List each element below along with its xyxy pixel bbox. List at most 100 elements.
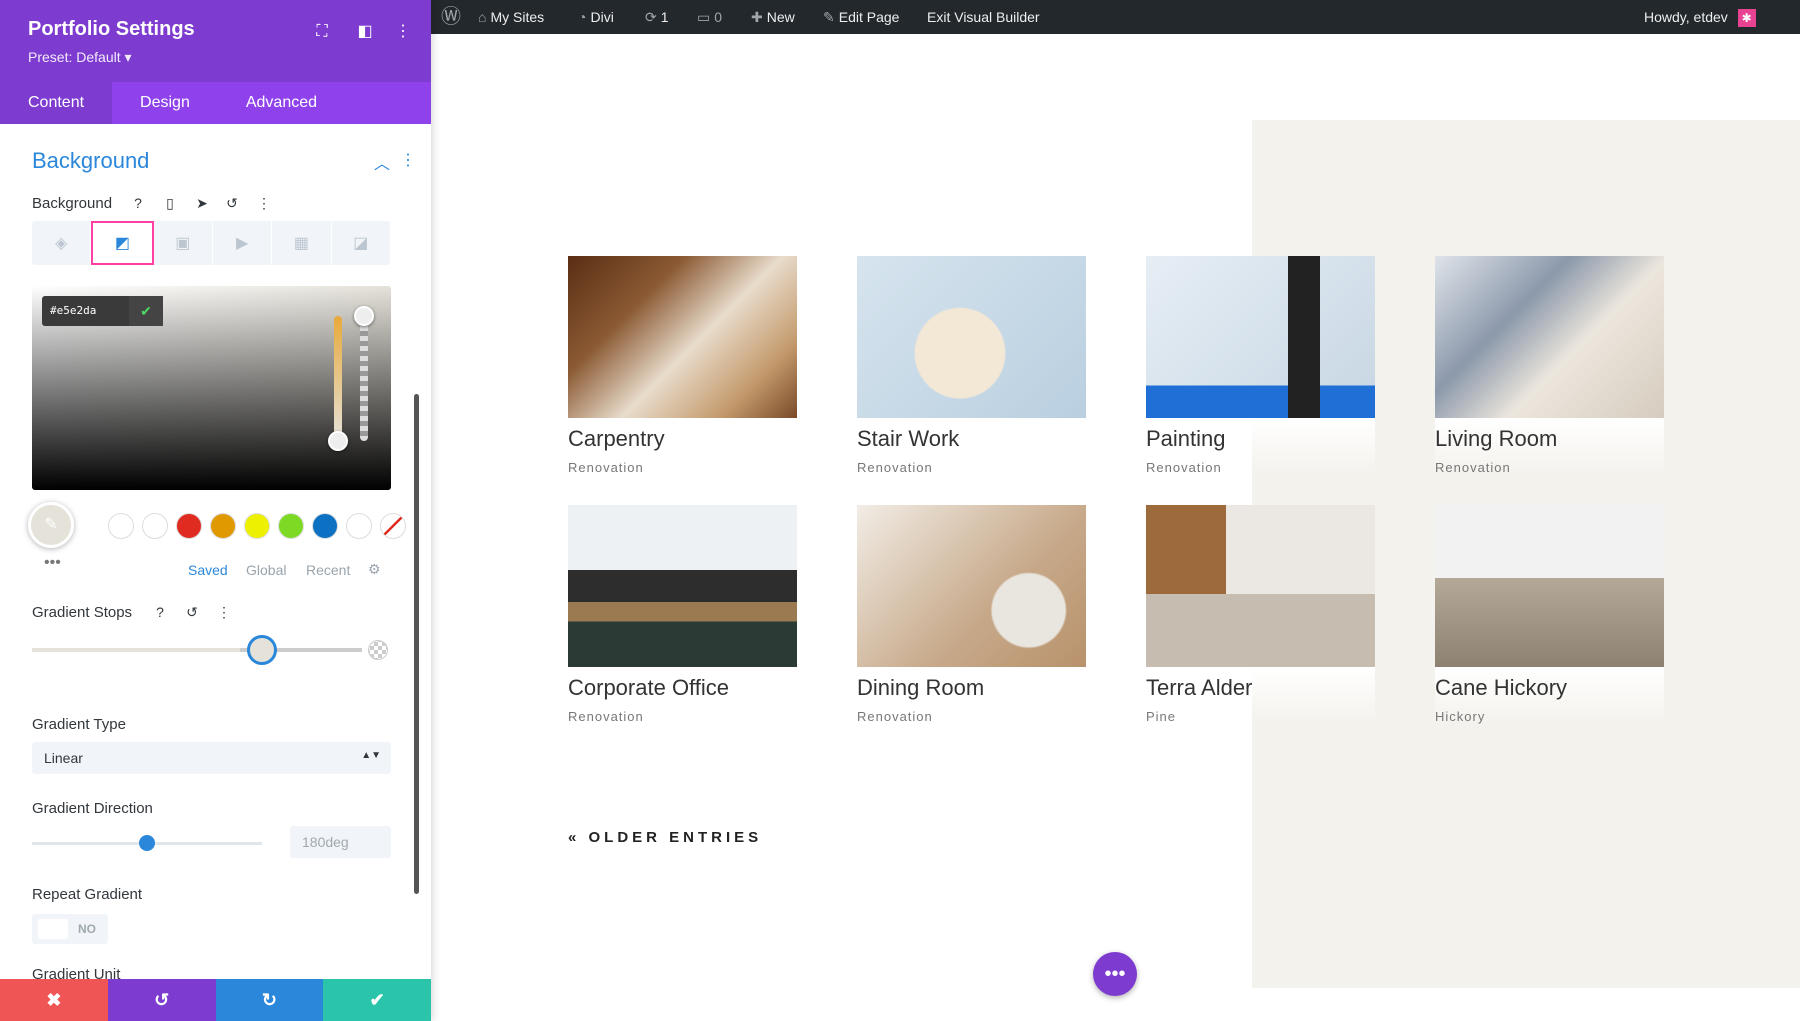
redo-button[interactable]: ↻ xyxy=(215,979,324,1021)
user-menu[interactable]: Howdy, etdev ✱ xyxy=(1644,0,1756,34)
older-entries-link[interactable]: « OLDER ENTRIES xyxy=(568,829,762,846)
reset-icon[interactable]: ↺ xyxy=(222,195,242,212)
bg-mask-tab[interactable]: ◪ xyxy=(332,221,391,265)
portfolio-item[interactable]: Stair Work Renovation xyxy=(857,256,1086,476)
portfolio-category[interactable]: Renovation xyxy=(1435,460,1664,475)
portfolio-title[interactable]: Terra Alder xyxy=(1146,675,1375,701)
panel-menu-icon[interactable]: ⋮ xyxy=(391,20,415,44)
gear-icon[interactable]: ⚙ xyxy=(368,561,381,578)
divi-link[interactable]: ◔ Divi xyxy=(578,0,614,34)
sidebar-toggle-icon[interactable]: ◧ xyxy=(353,20,377,44)
color-swatch[interactable] xyxy=(108,513,134,539)
portfolio-category[interactable]: Renovation xyxy=(568,460,797,475)
hex-value[interactable]: #e5e2da xyxy=(50,304,96,317)
color-swatch[interactable] xyxy=(176,513,202,539)
cursor-icon[interactable]: ➤ xyxy=(192,195,212,212)
new-link[interactable]: ✚ New xyxy=(751,0,795,34)
portfolio-image[interactable] xyxy=(1146,256,1375,418)
tab-advanced[interactable]: Advanced xyxy=(218,82,345,124)
hex-input[interactable]: #e5e2da ✔ xyxy=(42,296,163,326)
portfolio-category[interactable]: Renovation xyxy=(1146,460,1375,475)
portfolio-title[interactable]: Painting xyxy=(1146,426,1375,452)
portfolio-category[interactable]: Hickory xyxy=(1435,709,1664,724)
eyedropper-icon[interactable]: ✎ xyxy=(28,502,74,548)
portfolio-image[interactable] xyxy=(1435,505,1664,667)
portfolio-title[interactable]: Cane Hickory xyxy=(1435,675,1664,701)
portfolio-category[interactable]: Renovation xyxy=(568,709,797,724)
field-menu-icon[interactable]: ⋮ xyxy=(214,604,234,621)
gradient-stop-end[interactable] xyxy=(368,640,388,660)
portfolio-title[interactable]: Corporate Office xyxy=(568,675,797,701)
exit-visual-builder-link[interactable]: Exit Visual Builder xyxy=(927,0,1040,34)
field-menu-icon[interactable]: ⋮ xyxy=(254,195,274,212)
swatch-tab-recent[interactable]: Recent xyxy=(306,562,350,578)
portfolio-item[interactable]: Cane Hickory Hickory xyxy=(1435,505,1664,725)
more-swatches-icon[interactable]: ••• xyxy=(44,554,61,572)
portfolio-item[interactable]: Carpentry Renovation xyxy=(568,256,797,476)
portfolio-title[interactable]: Living Room xyxy=(1435,426,1664,452)
color-swatch[interactable] xyxy=(244,513,270,539)
swatch-tab-global[interactable]: Global xyxy=(246,562,286,578)
portfolio-category[interactable]: Pine xyxy=(1146,709,1375,724)
color-swatch[interactable] xyxy=(278,513,304,539)
reset-icon[interactable]: ↺ xyxy=(182,604,202,621)
alpha-handle[interactable] xyxy=(354,306,374,326)
portfolio-image[interactable] xyxy=(1435,256,1664,418)
gradient-direction-handle[interactable] xyxy=(139,835,155,851)
gradient-stops-track[interactable] xyxy=(32,648,362,652)
comments-link[interactable]: ▭ 0 xyxy=(697,0,722,34)
portfolio-image[interactable] xyxy=(857,505,1086,667)
builder-menu-button[interactable]: ••• xyxy=(1093,952,1137,996)
gradient-stop-handle[interactable] xyxy=(247,635,277,665)
portfolio-title[interactable]: Stair Work xyxy=(857,426,1086,452)
help-icon[interactable]: ? xyxy=(128,195,148,211)
edit-page-link[interactable]: ✎ Edit Page xyxy=(823,0,899,34)
swatch-tab-saved[interactable]: Saved xyxy=(188,562,228,578)
portfolio-image[interactable] xyxy=(1146,505,1375,667)
portfolio-item[interactable]: Terra Alder Pine xyxy=(1146,505,1375,725)
bg-image-tab[interactable]: ▣ xyxy=(154,221,213,265)
gradient-type-select[interactable]: Linear ▲▼ xyxy=(32,742,391,774)
no-color-icon[interactable] xyxy=(380,513,406,539)
gradient-direction-input[interactable]: 180deg xyxy=(290,826,391,858)
color-swatch[interactable] xyxy=(142,513,168,539)
section-menu-icon[interactable]: ⋮ xyxy=(400,150,416,170)
portfolio-item[interactable]: Dining Room Renovation xyxy=(857,505,1086,725)
portfolio-category[interactable]: Renovation xyxy=(857,709,1086,724)
bg-pattern-tab[interactable]: ▦ xyxy=(272,221,332,265)
my-sites-link[interactable]: ⌂ My Sites xyxy=(478,0,544,34)
portfolio-item[interactable]: Corporate Office Renovation xyxy=(568,505,797,725)
save-button[interactable]: ✔ xyxy=(323,979,431,1021)
repeat-gradient-toggle[interactable]: NO xyxy=(32,914,108,944)
hue-slider[interactable] xyxy=(334,316,342,441)
updates-link[interactable]: ⟳ 1 xyxy=(645,0,669,34)
phone-icon[interactable]: ▯ xyxy=(160,195,180,212)
tab-design[interactable]: Design xyxy=(112,82,218,124)
color-swatch[interactable] xyxy=(312,513,338,539)
bg-video-tab[interactable]: ▶ xyxy=(213,221,273,265)
section-title[interactable]: Background xyxy=(32,148,149,174)
portfolio-item[interactable]: Living Room Renovation xyxy=(1435,256,1664,476)
wordpress-icon[interactable]: Ⓦ xyxy=(441,0,461,34)
check-icon[interactable]: ✔ xyxy=(129,296,163,326)
scrollbar[interactable] xyxy=(414,394,419,894)
portfolio-title[interactable]: Dining Room xyxy=(857,675,1086,701)
hue-handle[interactable] xyxy=(328,431,348,451)
alpha-slider[interactable] xyxy=(360,316,368,441)
portfolio-category[interactable]: Renovation xyxy=(857,460,1086,475)
fullscreen-icon[interactable]: ⛶ xyxy=(310,20,334,44)
swatch-clear[interactable] xyxy=(346,513,372,539)
color-swatch[interactable] xyxy=(210,513,236,539)
bg-color-tab[interactable]: ◈ xyxy=(32,221,92,265)
portfolio-title[interactable]: Carpentry xyxy=(568,426,797,452)
bg-gradient-tab[interactable]: ◩ xyxy=(91,221,154,265)
tab-content[interactable]: Content xyxy=(0,82,113,124)
portfolio-image[interactable] xyxy=(568,505,797,667)
help-icon[interactable]: ? xyxy=(150,604,170,620)
preset-dropdown[interactable]: Preset: Default ▾ xyxy=(28,49,132,66)
portfolio-image[interactable] xyxy=(857,256,1086,418)
portfolio-item[interactable]: Painting Renovation xyxy=(1146,256,1375,476)
color-picker[interactable]: #e5e2da ✔ xyxy=(32,286,391,490)
chevron-up-icon[interactable]: ︿ xyxy=(374,150,390,174)
portfolio-image[interactable] xyxy=(568,256,797,418)
